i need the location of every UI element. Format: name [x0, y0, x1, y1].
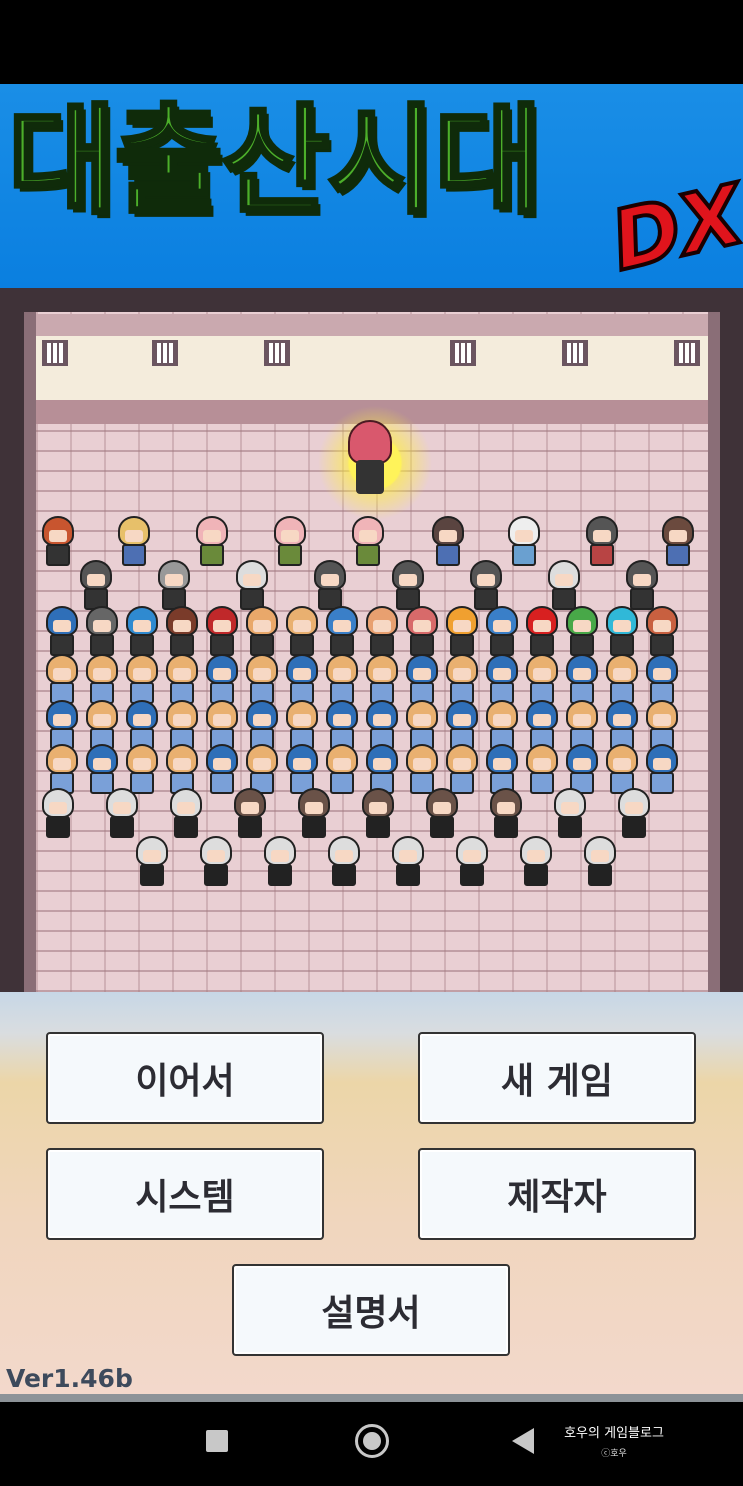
- title-menu: 이어서 새 게임 시스템 제작자 설명서 Ver1.46b: [0, 992, 743, 1402]
- crowd-character: [584, 516, 620, 568]
- crowd-character: [524, 606, 560, 658]
- crowd-character: [404, 654, 440, 706]
- crowd-character: [40, 516, 76, 568]
- crowd-character: [156, 560, 192, 612]
- crowd-character: [244, 654, 280, 706]
- hall-window: [562, 340, 588, 366]
- game-scene-artwork: [0, 288, 743, 992]
- crowd-character: [124, 654, 160, 706]
- crowd-character: [116, 516, 152, 568]
- crowd-character: [84, 654, 120, 706]
- crowd-character: [582, 836, 618, 888]
- crowd-character: [404, 606, 440, 658]
- crowd-character: [164, 654, 200, 706]
- crowd-character: [134, 836, 170, 888]
- watermark-title: 호우의 게임블로그: [564, 1426, 664, 1441]
- crowd-character: [484, 606, 520, 658]
- crowd-character: [350, 516, 386, 568]
- credits-button[interactable]: 제작자: [418, 1148, 696, 1240]
- hall-window: [264, 340, 290, 366]
- crowd-character: [364, 654, 400, 706]
- hall-window: [42, 340, 68, 366]
- crowd-character: [444, 606, 480, 658]
- crowd-character: [430, 516, 466, 568]
- home-icon[interactable]: [355, 1424, 389, 1458]
- crowd-character: [364, 606, 400, 658]
- crowd-character: [104, 788, 140, 840]
- crowd-character: [624, 560, 660, 612]
- version-label: Ver1.46b: [6, 1364, 133, 1393]
- crowd-character: [326, 836, 362, 888]
- crowd-character: [484, 654, 520, 706]
- crowd-character: [644, 606, 680, 658]
- continue-button[interactable]: 이어서: [46, 1032, 324, 1124]
- crowd-character: [644, 654, 680, 706]
- crowd-character: [524, 654, 560, 706]
- panel-divider: [0, 1394, 743, 1402]
- crowd-character: [604, 606, 640, 658]
- crowd-character: [84, 606, 120, 658]
- crowd-character: [604, 654, 640, 706]
- crowd-character: [44, 654, 80, 706]
- crowd-character: [390, 560, 426, 612]
- crowd-character: [272, 516, 308, 568]
- crowd-character: [444, 654, 480, 706]
- title-dx-badge: DX: [601, 165, 743, 288]
- hall-window: [152, 340, 178, 366]
- back-icon[interactable]: [512, 1428, 534, 1454]
- crowd-character: [468, 560, 504, 612]
- crowd-character: [204, 654, 240, 706]
- crowd-character: [488, 788, 524, 840]
- crowd-character: [616, 788, 652, 840]
- crowd-character: [324, 606, 360, 658]
- manual-button[interactable]: 설명서: [232, 1264, 510, 1356]
- title-banner: 대출산시대 DX: [0, 84, 743, 288]
- crowd-character: [124, 606, 160, 658]
- blog-watermark: 호우의 게임블로그 ⓒ호우: [562, 1422, 666, 1459]
- crowd-character: [194, 516, 230, 568]
- hall-window: [674, 340, 700, 366]
- crowd-character: [232, 788, 268, 840]
- crowd-character: [518, 836, 554, 888]
- crowd-character: [564, 654, 600, 706]
- crowd-character: [284, 654, 320, 706]
- crowd-character: [546, 560, 582, 612]
- crowd-character: [390, 836, 426, 888]
- crowd-character: [164, 606, 200, 658]
- crowd-character: [244, 606, 280, 658]
- android-nav-bar: 호우의 게임블로그 ⓒ호우: [0, 1402, 743, 1486]
- crowd-character: [552, 788, 588, 840]
- watermark-credit: ⓒ호우: [601, 1449, 627, 1459]
- crowd-character: [234, 560, 270, 612]
- crowd-character: [284, 606, 320, 658]
- crowd-character: [564, 606, 600, 658]
- crowd-character: [506, 516, 542, 568]
- status-bar: [0, 0, 743, 84]
- crowd-character: [454, 836, 490, 888]
- recent-apps-icon[interactable]: [206, 1430, 228, 1452]
- hall-window: [450, 340, 476, 366]
- new-game-button[interactable]: 새 게임: [418, 1032, 696, 1124]
- game-title: 대출산시대: [6, 92, 545, 230]
- crowd-character: [296, 788, 332, 840]
- crowd-character: [40, 788, 76, 840]
- crowd-character: [660, 516, 696, 568]
- crowd-character: [78, 560, 114, 612]
- hero-character: [348, 420, 392, 500]
- crowd-character: [204, 606, 240, 658]
- crowd-character: [168, 788, 204, 840]
- crowd-character: [360, 788, 396, 840]
- crowd-character: [424, 788, 460, 840]
- crowd-character: [312, 560, 348, 612]
- crowd-character: [262, 836, 298, 888]
- crowd-character: [44, 606, 80, 658]
- system-button[interactable]: 시스템: [46, 1148, 324, 1240]
- crowd-character: [198, 836, 234, 888]
- crowd-character: [324, 654, 360, 706]
